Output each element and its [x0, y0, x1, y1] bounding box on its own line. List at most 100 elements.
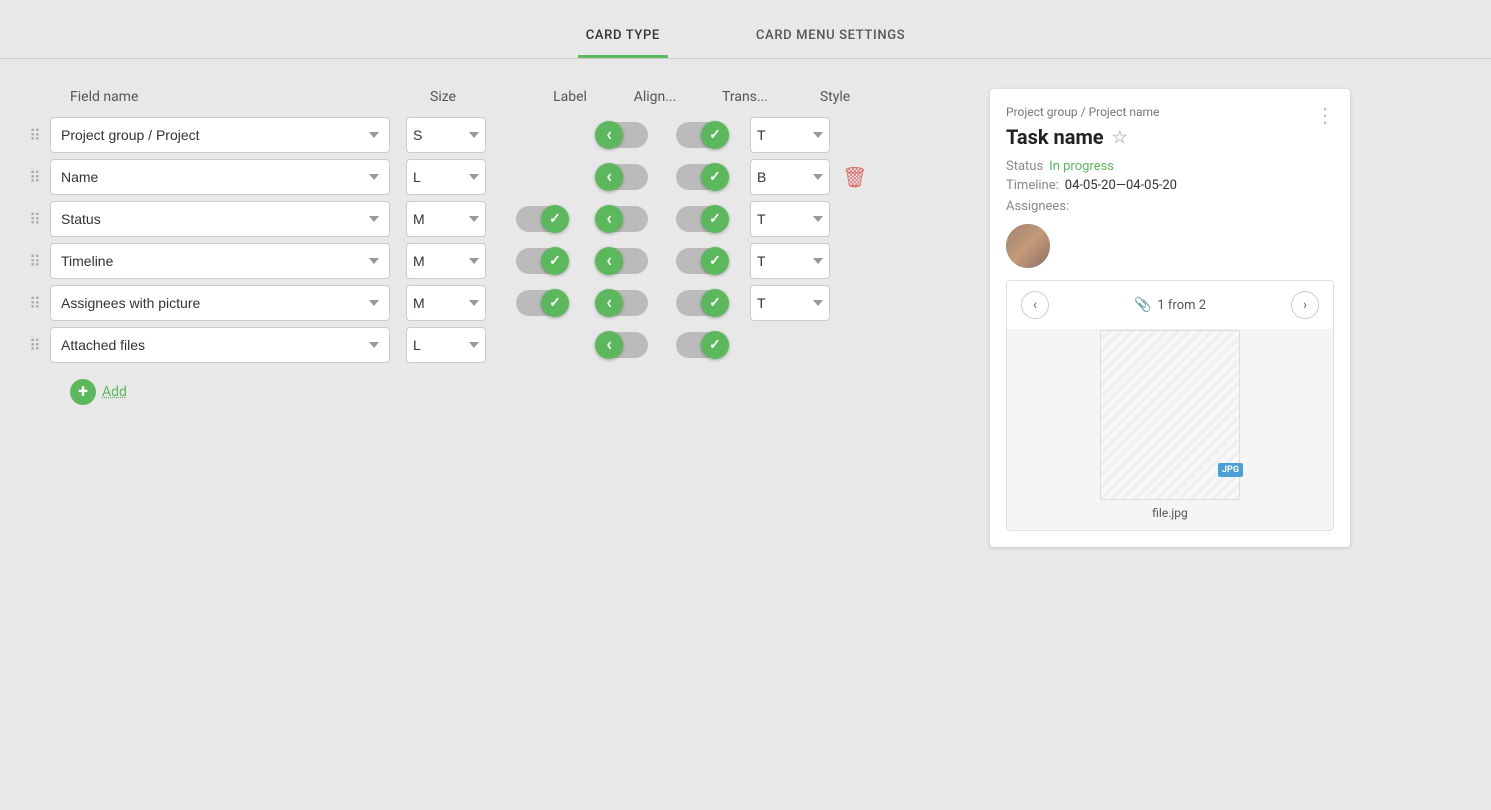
- assignee-avatar: [1006, 224, 1050, 268]
- size-select-timeline[interactable]: SML: [406, 243, 486, 279]
- size-select-status[interactable]: SML: [406, 201, 486, 237]
- drag-handle[interactable]: ⠿: [20, 168, 50, 187]
- right-panel: ⋮ Project group / Project name Task name…: [990, 89, 1350, 790]
- field-select-assignees[interactable]: Assignees with picture: [50, 285, 390, 321]
- drag-handle[interactable]: ⠿: [20, 126, 50, 145]
- status-value: In progress: [1049, 159, 1114, 174]
- field-select-wrap: Status: [50, 201, 390, 237]
- size-select-name[interactable]: SML: [406, 159, 486, 195]
- field-select-wrap: Assignees with picture: [50, 285, 390, 321]
- drag-handle[interactable]: ⠿: [20, 210, 50, 229]
- style-select-wrap: TBI: [750, 285, 830, 321]
- drag-handle[interactable]: ⠿: [20, 336, 50, 355]
- table-row: ⠿ Project group / Project SML: [20, 117, 970, 153]
- header-size: Size: [430, 89, 530, 105]
- align-toggle-name[interactable]: [582, 164, 662, 190]
- table-row: ⠿ Assignees with picture SML: [20, 285, 970, 321]
- card-assignees-row: Assignees:: [1006, 199, 1334, 214]
- field-select-timeline[interactable]: Timeline: [50, 243, 390, 279]
- size-select-assignees[interactable]: SML: [406, 285, 486, 321]
- align-toggle-files[interactable]: [582, 332, 662, 358]
- carousel-counter-text: 1 from 2: [1157, 298, 1206, 313]
- trans-toggle-status[interactable]: [662, 206, 742, 232]
- card-timeline-row: Timeline: 04-05-20—04-05-20: [1006, 178, 1334, 193]
- header-align: Align...: [610, 89, 700, 105]
- delete-button-name[interactable]: 🗑: [842, 165, 867, 189]
- trans-toggle-project[interactable]: [662, 122, 742, 148]
- trans-toggle-timeline[interactable]: [662, 248, 742, 274]
- tab-card-type[interactable]: CARD TYPE: [578, 16, 668, 58]
- timeline-label: Timeline:: [1006, 178, 1059, 193]
- avatar-image: [1006, 224, 1050, 268]
- drag-handle[interactable]: ⠿: [20, 252, 50, 271]
- carousel-next-button[interactable]: ›: [1291, 291, 1319, 319]
- align-toggle-status[interactable]: [582, 206, 662, 232]
- size-select-wrap: SML: [406, 327, 486, 363]
- field-select-wrap: Attached files: [50, 327, 390, 363]
- field-select-wrap: Timeline: [50, 243, 390, 279]
- size-select-wrap: SML: [406, 285, 486, 321]
- style-select-wrap: TBI: [750, 159, 830, 195]
- align-toggle-project[interactable]: [582, 122, 662, 148]
- carousel-prev-button[interactable]: ‹: [1021, 291, 1049, 319]
- trans-toggle-name[interactable]: [662, 164, 742, 190]
- card-preview: ⋮ Project group / Project name Task name…: [990, 89, 1350, 547]
- style-select-assignees[interactable]: TBI: [750, 285, 830, 321]
- header-trans: Trans...: [700, 89, 790, 105]
- style-select-project[interactable]: TBI: [750, 117, 830, 153]
- field-select-files[interactable]: Attached files: [50, 327, 390, 363]
- field-select-name[interactable]: Name: [50, 159, 390, 195]
- add-circle-icon: +: [70, 379, 96, 405]
- size-select-wrap: SML: [406, 201, 486, 237]
- add-label[interactable]: Add: [102, 384, 127, 400]
- header-field-name: Field name: [70, 89, 430, 105]
- header-style: Style: [790, 89, 880, 105]
- timeline-value: 04-05-20—04-05-20: [1065, 178, 1177, 193]
- paperclip-icon: 📎: [1134, 297, 1151, 313]
- field-select-wrap: Name: [50, 159, 390, 195]
- field-select-wrap: Project group / Project: [50, 117, 390, 153]
- field-select-project[interactable]: Project group / Project: [50, 117, 390, 153]
- table-row: ⠿ Timeline SML: [20, 243, 970, 279]
- size-select-wrap: SML: [406, 117, 486, 153]
- carousel-counter: 📎 1 from 2: [1134, 297, 1206, 313]
- add-button[interactable]: + Add: [70, 379, 970, 405]
- tab-card-menu-settings[interactable]: CARD MENU SETTINGS: [748, 16, 913, 58]
- file-carousel: ‹ 📎 1 from 2 › JPG file.jpg: [1006, 280, 1334, 531]
- size-select-wrap: SML: [406, 243, 486, 279]
- size-select-project[interactable]: SML: [406, 117, 486, 153]
- file-thumbnail: JPG: [1100, 330, 1240, 500]
- main-content: Field name Size Label Align... Trans... …: [0, 59, 1491, 810]
- card-title-text: Task name: [1006, 125, 1104, 149]
- file-name: file.jpg: [1152, 506, 1187, 520]
- table-row: ⠿ Attached files SML: [20, 327, 970, 363]
- style-select-status[interactable]: TBI: [750, 201, 830, 237]
- more-options-button[interactable]: ⋮: [1315, 103, 1336, 127]
- style-select-name[interactable]: TBI: [750, 159, 830, 195]
- star-icon[interactable]: ☆: [1112, 127, 1128, 148]
- label-toggle-assignees[interactable]: [502, 290, 582, 316]
- align-toggle-assignees[interactable]: [582, 290, 662, 316]
- table-row: ⠿ Name SML: [20, 159, 970, 195]
- style-select-wrap: TBI: [750, 243, 830, 279]
- tabs-bar: CARD TYPE CARD MENU SETTINGS: [0, 0, 1491, 59]
- carousel-header: ‹ 📎 1 from 2 ›: [1007, 281, 1333, 330]
- status-label: Status: [1006, 159, 1043, 174]
- style-select-timeline[interactable]: TBI: [750, 243, 830, 279]
- style-select-wrap: TBI: [750, 117, 830, 153]
- trans-toggle-files[interactable]: [662, 332, 742, 358]
- drag-handle[interactable]: ⠿: [20, 294, 50, 313]
- card-status-row: Status In progress: [1006, 159, 1334, 174]
- assignees-label: Assignees:: [1006, 199, 1069, 214]
- size-select-wrap: SML: [406, 159, 486, 195]
- field-select-status[interactable]: Status: [50, 201, 390, 237]
- size-select-files[interactable]: SML: [406, 327, 486, 363]
- file-badge: JPG: [1218, 463, 1243, 477]
- style-select-wrap: TBI: [750, 201, 830, 237]
- trans-toggle-assignees[interactable]: [662, 290, 742, 316]
- label-toggle-status[interactable]: [502, 206, 582, 232]
- carousel-body: JPG file.jpg: [1007, 330, 1333, 530]
- left-panel: Field name Size Label Align... Trans... …: [20, 89, 970, 790]
- align-toggle-timeline[interactable]: [582, 248, 662, 274]
- label-toggle-timeline[interactable]: [502, 248, 582, 274]
